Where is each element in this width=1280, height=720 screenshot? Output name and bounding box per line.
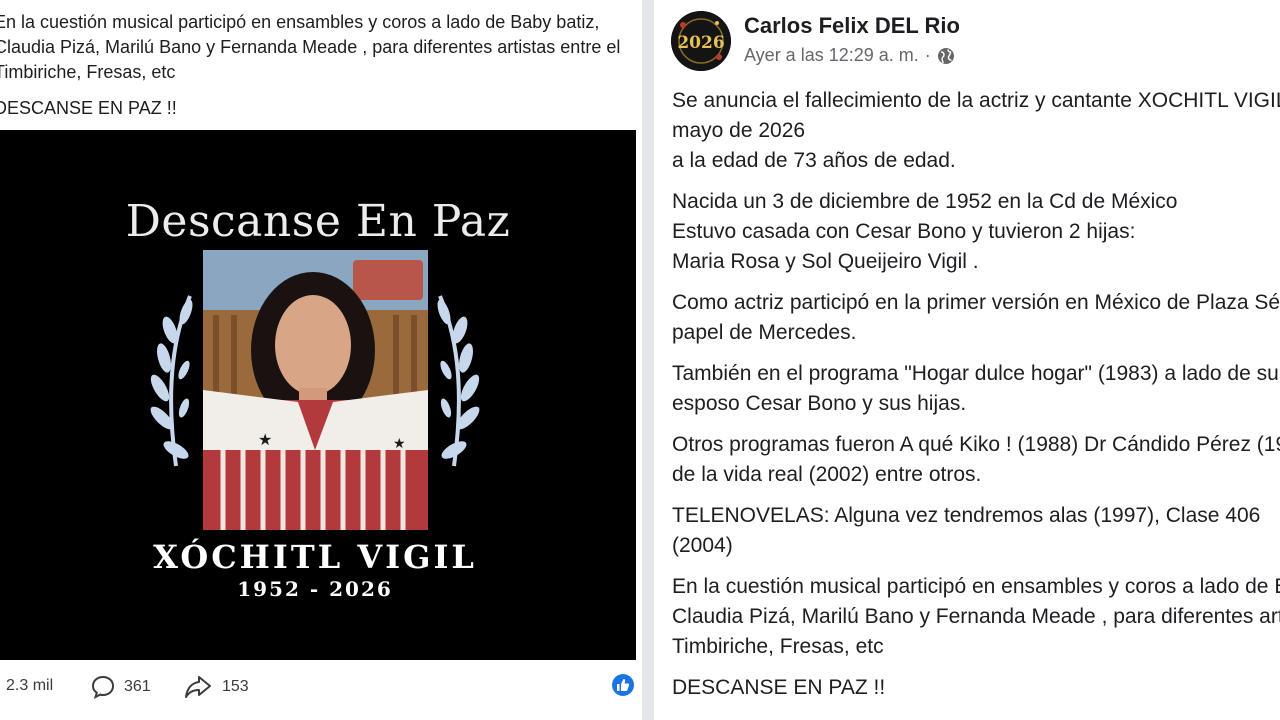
post-paragraph: DESCANSE EN PAZ !! [672,673,1280,703]
post-timestamp[interactable]: Ayer a las 12:29 a. m. [744,45,919,66]
avatar-text: 2026 [677,33,724,53]
post-line: Se anuncia el fallecimiento de la actriz… [672,89,1280,112]
comment-count: 361 [124,678,151,695]
left-post-text-line: Claudia Pizá, Marilú Bano y Fernanda Mea… [0,37,621,57]
post-line: Timbiriche, Fresas, etc [672,635,884,658]
avatar[interactable]: 2026 [671,11,731,71]
avatar-image: 2026 [671,11,731,71]
like-icon [612,674,634,696]
globe-icon [937,47,954,64]
post-paragraph: Nacida un 3 de diciembre de 1952 en la C… [672,187,1280,277]
post-line: a la edad de 73 años de edad. [672,149,956,172]
post-line: Claudia Pizá, Marilú Bano y Fernanda Mea… [672,605,1280,628]
left-post: En la cuestión musical participó en ensa… [0,0,642,720]
post-paragraph: En la cuestión musical participó en ensa… [672,572,1280,662]
post-paragraph: Como actriz participó en la primer versi… [672,288,1280,348]
portrait-photo: ★ ★ [203,250,428,530]
post-paragraph: También en el programa "Hogar dulce hoga… [672,359,1280,419]
post-line: (2004) [672,534,733,557]
memorial-name: XÓCHITL VIGIL [153,538,477,576]
svg-text:★: ★ [258,430,272,449]
post-line: Maria Rosa y Sol Queijeiro Vigil . [672,250,979,273]
comment-button[interactable]: 361 [90,674,151,700]
share-icon [185,676,211,698]
reaction-count[interactable]: 2.3 mil [6,677,53,695]
post-paragraph: Se anuncia el fallecimiento de la actriz… [672,86,1280,176]
post-line: En la cuestión musical participó en ensa… [672,575,1280,598]
post-line: Otros programas fueron A qué Kiko ! (198… [672,433,1280,456]
post-paragraph: Otros programas fueron A qué Kiko ! (198… [672,430,1280,490]
laurel-right-icon [437,295,480,467]
post-paragraph: TELENOVELAS: Alguna vez tendremos alas (… [672,501,1280,561]
right-post: 2026 Carlos Felix DEL Rio Ayer a las 12:… [654,0,1280,720]
laurel-left-icon [150,295,193,467]
author-name[interactable]: Carlos Felix DEL Rio [744,13,960,39]
svg-text:★: ★ [393,436,406,452]
left-post-closing: DESCANSE EN PAZ !! [0,98,177,118]
post-line: Como actriz participó en la primer versi… [672,291,1280,314]
left-post-text-line: Timbiriche, Fresas, etc [0,62,176,82]
post-meta: Ayer a las 12:29 a. m. · [744,45,955,66]
left-post-text-line: En la cuestión musical participó en ensa… [0,12,600,32]
post-line: de la vida real (2002) entre otros. [672,463,982,486]
post-line: Nacida un 3 de diciembre de 1952 en la C… [672,190,1178,213]
memorial-dates: 1952 - 2026 [237,577,393,601]
comment-icon [91,675,115,699]
meta-separator: · [924,45,931,65]
post-line: También en el programa "Hogar dulce hoga… [672,362,1280,385]
post-line: esposo Cesar Bono y sus hijas. [672,392,967,415]
memorial-image[interactable]: Descanse En Paz ★ ★ XÓCHITL VIGIL 1952 -… [0,130,636,660]
post-line: TELENOVELAS: Alguna vez tendremos alas (… [672,504,1261,527]
post-line: DESCANSE EN PAZ !! [672,676,886,699]
post-line: mayo de 2026 [672,119,806,142]
share-button[interactable]: 153 [184,674,249,700]
post-line: papel de Mercedes. [672,321,857,344]
post-body: Se anuncia el fallecimiento de la actriz… [672,86,1280,714]
post-line: Estuvo casada con Cesar Bono y tuvieron … [672,220,1136,243]
memorial-title: Descanse En Paz [125,196,511,247]
reaction-bar: 2.3 mil 361 153 [0,660,642,712]
share-count: 153 [222,678,249,695]
